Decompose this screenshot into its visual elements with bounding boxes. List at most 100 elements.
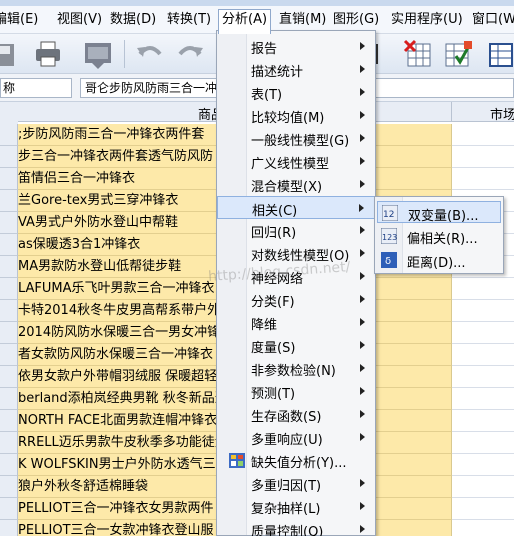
menu-item-scale[interactable]: 度量(S) (217, 334, 375, 357)
weight-cases-icon[interactable] (442, 38, 474, 70)
menu-item-general-linear-model[interactable]: 一般线性模型(G) (217, 127, 375, 150)
menu-item-label: 非参数检验(N) (251, 364, 336, 379)
menu-item-distances[interactable]: δ 距离(D)... (377, 249, 501, 271)
row-header[interactable] (0, 300, 18, 322)
menu-item-descriptive-statistics[interactable]: 描述统计 (217, 58, 375, 81)
analyze-dropdown-menu: 报告 描述统计 表(T) 比较均值(M) 一般线性模型(G) 广义线性模型 混合… (216, 30, 376, 536)
menu-item-reports[interactable]: 报告 (217, 35, 375, 58)
menu-transform[interactable]: 转换(T) (167, 11, 211, 29)
submenu-arrow-icon (360, 433, 365, 441)
menu-item-label: 报告 (251, 42, 278, 57)
menu-item-dimension-reduction[interactable]: 降维 (217, 311, 375, 334)
menu-item-loglinear[interactable]: 对数线性模型(O) (217, 242, 375, 265)
print-icon[interactable] (32, 38, 64, 70)
value-labels-icon[interactable] (488, 38, 514, 70)
table-cell[interactable] (452, 278, 514, 300)
row-header[interactable] (0, 168, 18, 190)
submenu-arrow-icon (360, 295, 365, 303)
menu-analyze[interactable]: 分析(A) (218, 9, 272, 34)
menu-window[interactable]: 窗口(W) (472, 11, 514, 29)
menu-item-generalized-linear-models[interactable]: 广义线性模型 (217, 150, 375, 173)
table-cell[interactable] (452, 300, 514, 322)
menu-item-forecasting[interactable]: 预测(T) (217, 380, 375, 403)
table-cell[interactable] (452, 410, 514, 432)
row-header[interactable] (0, 388, 18, 410)
table-cell[interactable] (452, 168, 514, 190)
menu-item-label: 复杂抽样(L) (251, 502, 321, 517)
row-header[interactable] (0, 190, 18, 212)
table-cell[interactable] (452, 388, 514, 410)
menu-item-label: 混合模型(X) (251, 180, 323, 195)
menu-item-label: 质量控制(Q) (251, 525, 324, 536)
menu-item-label: 多重响应(U) (251, 433, 323, 448)
menu-item-survival[interactable]: 生存函数(S) (217, 403, 375, 426)
row-header[interactable] (0, 322, 18, 344)
undo-icon[interactable] (134, 38, 166, 70)
row-header[interactable] (0, 234, 18, 256)
table-cell[interactable] (452, 454, 514, 476)
submenu-arrow-icon (360, 226, 365, 234)
row-header[interactable] (0, 212, 18, 234)
menu-item-label: 多重归因(T) (251, 479, 322, 494)
row-header[interactable] (0, 432, 18, 454)
menu-item-compare-means[interactable]: 比较均值(M) (217, 104, 375, 127)
table-cell[interactable] (452, 322, 514, 344)
menu-view[interactable]: 视图(V) (57, 11, 102, 29)
row-header[interactable] (0, 410, 18, 432)
menu-item-label: 双变量(B)... (408, 209, 479, 224)
recall-dialog-icon[interactable] (82, 38, 114, 70)
row-header[interactable] (0, 278, 18, 300)
menu-item-label: 缺失值分析(Y)... (251, 456, 347, 471)
column-header-market[interactable]: 市场 (452, 102, 514, 123)
table-cell[interactable] (452, 146, 514, 168)
row-header[interactable] (0, 476, 18, 498)
menu-item-mixed-models[interactable]: 混合模型(X) (217, 173, 375, 196)
row-header[interactable] (0, 498, 18, 520)
correlate-submenu: 12 双变量(B)... 123 偏相关(R)... δ 距离(D)... (374, 196, 504, 274)
menu-item-complex-samples[interactable]: 复杂抽样(L) (217, 495, 375, 518)
menu-item-bivariate[interactable]: 12 双变量(B)... (377, 201, 501, 224)
menu-item-regression[interactable]: 回归(R) (217, 219, 375, 242)
menu-item-multiple-response[interactable]: 多重响应(U) (217, 426, 375, 449)
row-header[interactable] (0, 454, 18, 476)
row-header[interactable] (0, 366, 18, 388)
table-cell[interactable] (452, 344, 514, 366)
save-icon[interactable] (0, 38, 20, 70)
select-cases-icon[interactable] (402, 38, 434, 70)
menu-item-missing-value-analysis[interactable]: 缺失值分析(Y)... (217, 449, 375, 472)
menu-item-label: 度量(S) (251, 341, 296, 356)
distances-icon: δ (381, 252, 397, 268)
row-header[interactable] (0, 124, 18, 146)
menu-utilities[interactable]: 实用程序(U) (391, 11, 463, 29)
menu-item-tables[interactable]: 表(T) (217, 81, 375, 104)
menu-item-label: 描述统计 (251, 65, 304, 80)
variable-name-box: 称 (0, 78, 72, 98)
menu-item-quality-control[interactable]: 质量控制(Q) (217, 518, 375, 536)
row-header[interactable] (0, 146, 18, 168)
menu-bar: 编辑(E) 视图(V) 数据(D) 转换(T) 分析(A) 直销(M) 图形(G… (0, 6, 514, 34)
menu-item-label: 预测(T) (251, 387, 296, 402)
menu-direct-marketing[interactable]: 直销(M) (279, 11, 326, 29)
menu-item-multiple-imputation[interactable]: 多重归因(T) (217, 472, 375, 495)
table-cell[interactable] (452, 476, 514, 498)
table-cell[interactable] (452, 432, 514, 454)
table-cell[interactable] (452, 498, 514, 520)
table-cell[interactable] (452, 366, 514, 388)
row-header[interactable] (0, 344, 18, 366)
menu-item-classify[interactable]: 分类(F) (217, 288, 375, 311)
menu-item-partial[interactable]: 123 偏相关(R)... (377, 225, 501, 247)
menu-item-nonparametric-tests[interactable]: 非参数检验(N) (217, 357, 375, 380)
menu-data[interactable]: 数据(D) (110, 11, 156, 29)
submenu-arrow-icon (360, 272, 365, 280)
redo-icon[interactable] (174, 38, 206, 70)
menu-edit[interactable]: 编辑(E) (0, 11, 38, 29)
table-cell[interactable] (452, 520, 514, 536)
row-header[interactable] (0, 256, 18, 278)
menu-item-correlate[interactable]: 相关(C) (217, 196, 375, 219)
table-cell[interactable] (452, 124, 514, 146)
svg-text:123: 123 (382, 233, 397, 242)
menu-graphs[interactable]: 图形(G) (333, 11, 379, 29)
menu-item-label: 分类(F) (251, 295, 295, 310)
row-header[interactable] (0, 520, 18, 536)
submenu-arrow-icon (360, 180, 365, 188)
